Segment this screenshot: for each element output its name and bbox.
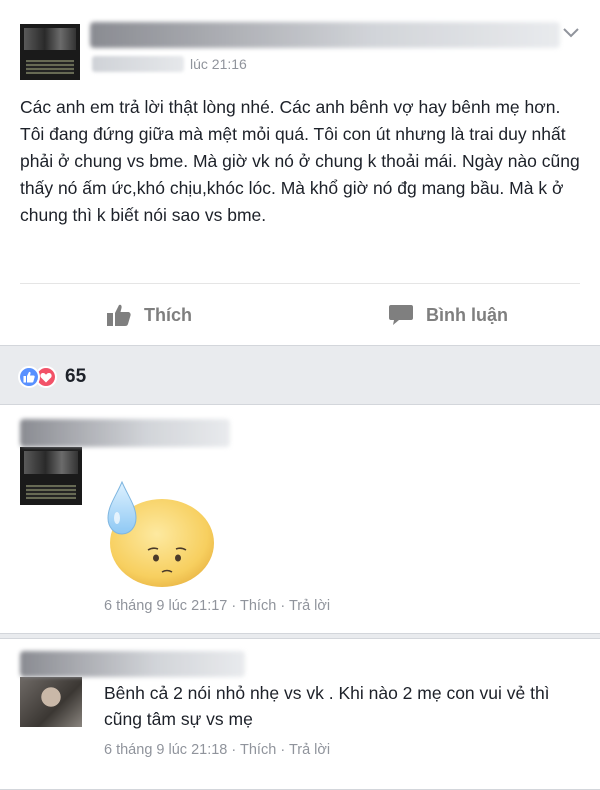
comment-2-reply[interactable]: Trả lời [289, 742, 330, 758]
post-author-name[interactable] [90, 22, 560, 48]
comment-1-author-name[interactable] [20, 419, 230, 447]
reaction-count[interactable]: 65 [65, 366, 86, 388]
comment-button[interactable]: Bình luận [388, 298, 508, 332]
sweat-face-sticker [107, 480, 214, 587]
post-card: lúc 21:16 Các anh em trả lời thật lòng n… [0, 0, 600, 346]
comment-button-label: Bình luận [426, 304, 508, 325]
like-reaction-icon [18, 366, 40, 388]
post-author-subtitle [92, 56, 184, 72]
comment-1-meta: 6 tháng 9 lúc 21:17 · Thích · Trả lời [104, 598, 330, 614]
comment-1-time[interactable]: 6 tháng 9 lúc 21:17 [104, 598, 227, 614]
like-button-label: Thích [144, 304, 192, 325]
comment-2-time[interactable]: 6 tháng 9 lúc 21:18 [104, 742, 227, 758]
comment-2-like[interactable]: Thích [240, 742, 276, 758]
post-text: Các anh em trả lời thật lòng nhé. Các an… [20, 97, 580, 225]
action-divider [20, 283, 580, 284]
meta-separator: · [231, 598, 237, 614]
post-timestamp[interactable]: lúc 21:16 [190, 56, 247, 72]
post-author-avatar[interactable] [20, 24, 80, 80]
like-button[interactable]: Thích [106, 298, 192, 332]
meta-separator: · [231, 742, 237, 758]
comment-2-author-name[interactable] [20, 651, 245, 677]
comment-1-reply[interactable]: Trả lời [289, 598, 330, 614]
reactions-summary[interactable]: 65 [18, 364, 86, 390]
comment-1-like[interactable]: Thích [240, 598, 276, 614]
thumbs-up-icon [107, 304, 131, 326]
comment-1-avatar[interactable] [20, 447, 82, 505]
meta-separator: · [280, 598, 286, 614]
comment-2-meta: 6 tháng 9 lúc 21:18 · Thích · Trả lời [104, 742, 330, 758]
comment-2-text: Bênh cả 2 nói nhỏ nhẹ vs vk . Khi nào 2 … [104, 683, 550, 729]
comment-2-avatar[interactable] [20, 677, 82, 727]
speech-bubble-icon [389, 305, 413, 325]
meta-separator: · [280, 742, 286, 758]
chevron-down-icon[interactable] [561, 22, 581, 42]
